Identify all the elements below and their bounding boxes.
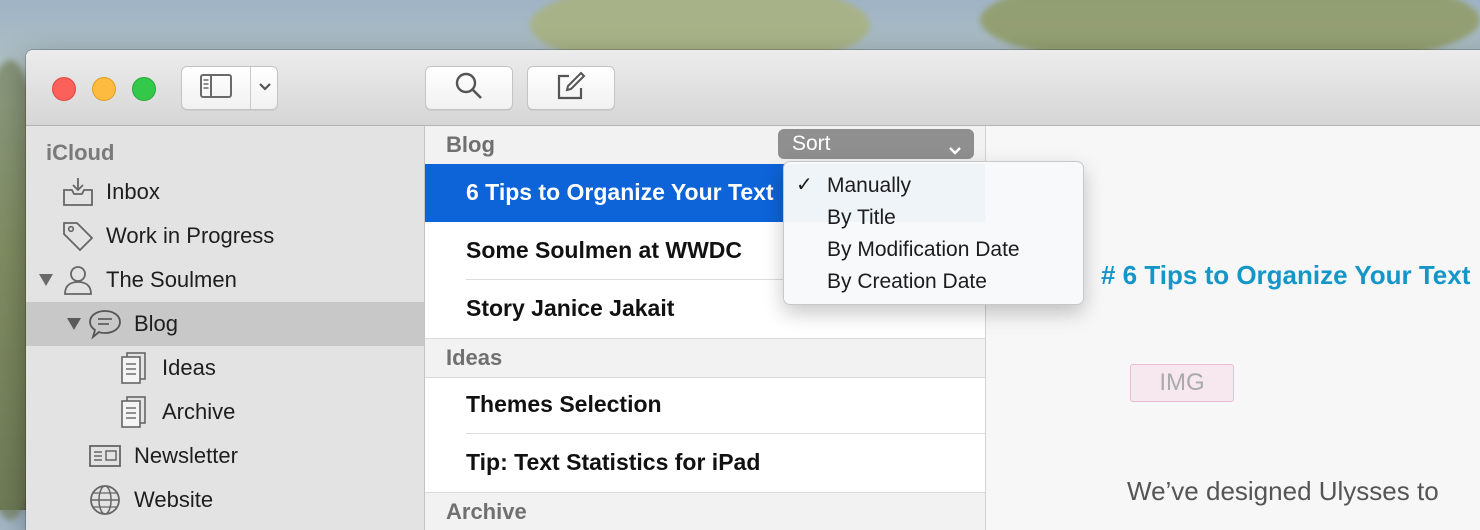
sort-menu: ✓ Manually By Title By Modification Date… — [783, 161, 1084, 305]
sidebar-item-website[interactable]: Website — [26, 478, 424, 522]
sheet-icon — [116, 351, 150, 385]
group-header-archive: Archive — [425, 492, 985, 530]
group-header-blog: Blog Sort — [425, 126, 985, 165]
sort-dropdown-button[interactable]: Sort — [778, 129, 974, 159]
sidebar-item-label: Blog — [134, 311, 179, 336]
disclosure-triangle-icon[interactable] — [66, 317, 82, 331]
sidebar-item-blog[interactable]: Blog — [26, 302, 424, 346]
group-title: Ideas — [446, 345, 503, 370]
sidebar-item-label: Inbox — [106, 179, 160, 204]
sidebar-options-dropdown[interactable] — [251, 67, 278, 109]
sidebar-icon — [200, 73, 232, 103]
sidebar-item-label: Archive — [162, 399, 236, 424]
sidebar-item-work-in-progress[interactable]: Work in Progress — [26, 214, 424, 258]
sheet-title: 6 Tips to Organize Your Text — [466, 179, 774, 205]
chevron-down-icon — [948, 138, 962, 162]
editor-body-text: We’ve designed Ulysses to — [1127, 476, 1439, 506]
sidebar-item-inbox[interactable]: Inbox — [26, 170, 424, 214]
group-header-ideas: Ideas — [425, 338, 985, 378]
toolbar — [26, 50, 1480, 126]
group-title: Blog — [446, 132, 495, 157]
menu-item-label: Manually — [827, 174, 912, 197]
sidebar-toggle-button[interactable] — [182, 67, 250, 109]
zoom-window-button[interactable] — [132, 77, 156, 101]
app-window: iCloud Inbox Work in Progress The Soulme… — [26, 50, 1480, 530]
editor-heading: # 6 Tips to Organize Your Text — [1101, 260, 1471, 290]
sheet-title: Tip: Text Statistics for iPad — [466, 449, 761, 475]
close-window-button[interactable] — [52, 77, 76, 101]
sidebar-toggle-segmented — [181, 66, 278, 110]
sort-menu-item-by-title[interactable]: By Title — [784, 202, 1083, 234]
minimize-window-button[interactable] — [92, 77, 116, 101]
globe-icon — [88, 483, 122, 517]
image-tag[interactable]: IMG — [1130, 364, 1234, 402]
sheet-title: Themes Selection — [466, 391, 662, 417]
sidebar-item-label: Ideas — [162, 355, 216, 380]
menu-item-label: By Creation Date — [827, 270, 987, 293]
sidebar-item-newsletter[interactable]: Newsletter — [26, 434, 424, 478]
search-icon — [454, 71, 484, 106]
sort-menu-item-manually[interactable]: ✓ Manually — [784, 170, 1083, 202]
compose-icon — [555, 71, 587, 106]
search-button[interactable] — [425, 66, 513, 110]
sort-menu-item-by-modification-date[interactable]: By Modification Date — [784, 234, 1083, 266]
sheet-title: Some Soulmen at WWDC — [466, 237, 743, 263]
sort-label: Sort — [792, 132, 831, 155]
sidebar-item-label: Newsletter — [134, 443, 238, 468]
new-sheet-button[interactable] — [527, 66, 615, 110]
chevron-down-icon — [258, 79, 272, 97]
newsletter-icon — [88, 439, 122, 473]
sidebar-item-the-soulmen[interactable]: The Soulmen — [26, 258, 424, 302]
tag-icon — [61, 219, 95, 253]
inbox-icon — [61, 175, 95, 209]
person-icon — [61, 263, 95, 297]
sort-menu-item-by-creation-date[interactable]: By Creation Date — [784, 266, 1083, 298]
sidebar-item-ideas[interactable]: Ideas — [26, 346, 424, 390]
sheet-list-item[interactable]: Themes Selection — [425, 376, 985, 434]
sidebar-item-label: Work in Progress — [106, 223, 275, 248]
sidebar-section-title: iCloud — [46, 140, 115, 165]
speech-bubble-icon — [88, 307, 122, 341]
sidebar-item-label: The Soulmen — [106, 267, 237, 292]
group-title: Archive — [446, 499, 527, 524]
menu-item-label: By Modification Date — [827, 238, 1020, 261]
sidebar-item-archive[interactable]: Archive — [26, 390, 424, 434]
menu-item-label: By Title — [827, 206, 896, 229]
disclosure-triangle-icon[interactable] — [38, 273, 54, 287]
sheet-list-item[interactable]: Tip: Text Statistics for iPad — [425, 434, 985, 492]
checkmark-icon: ✓ — [796, 174, 813, 196]
library-sidebar: iCloud Inbox Work in Progress The Soulme… — [26, 126, 425, 530]
sheet-icon — [116, 395, 150, 429]
sidebar-item-label: Website — [134, 487, 214, 512]
sheet-title: Story Janice Jakait — [466, 295, 675, 321]
